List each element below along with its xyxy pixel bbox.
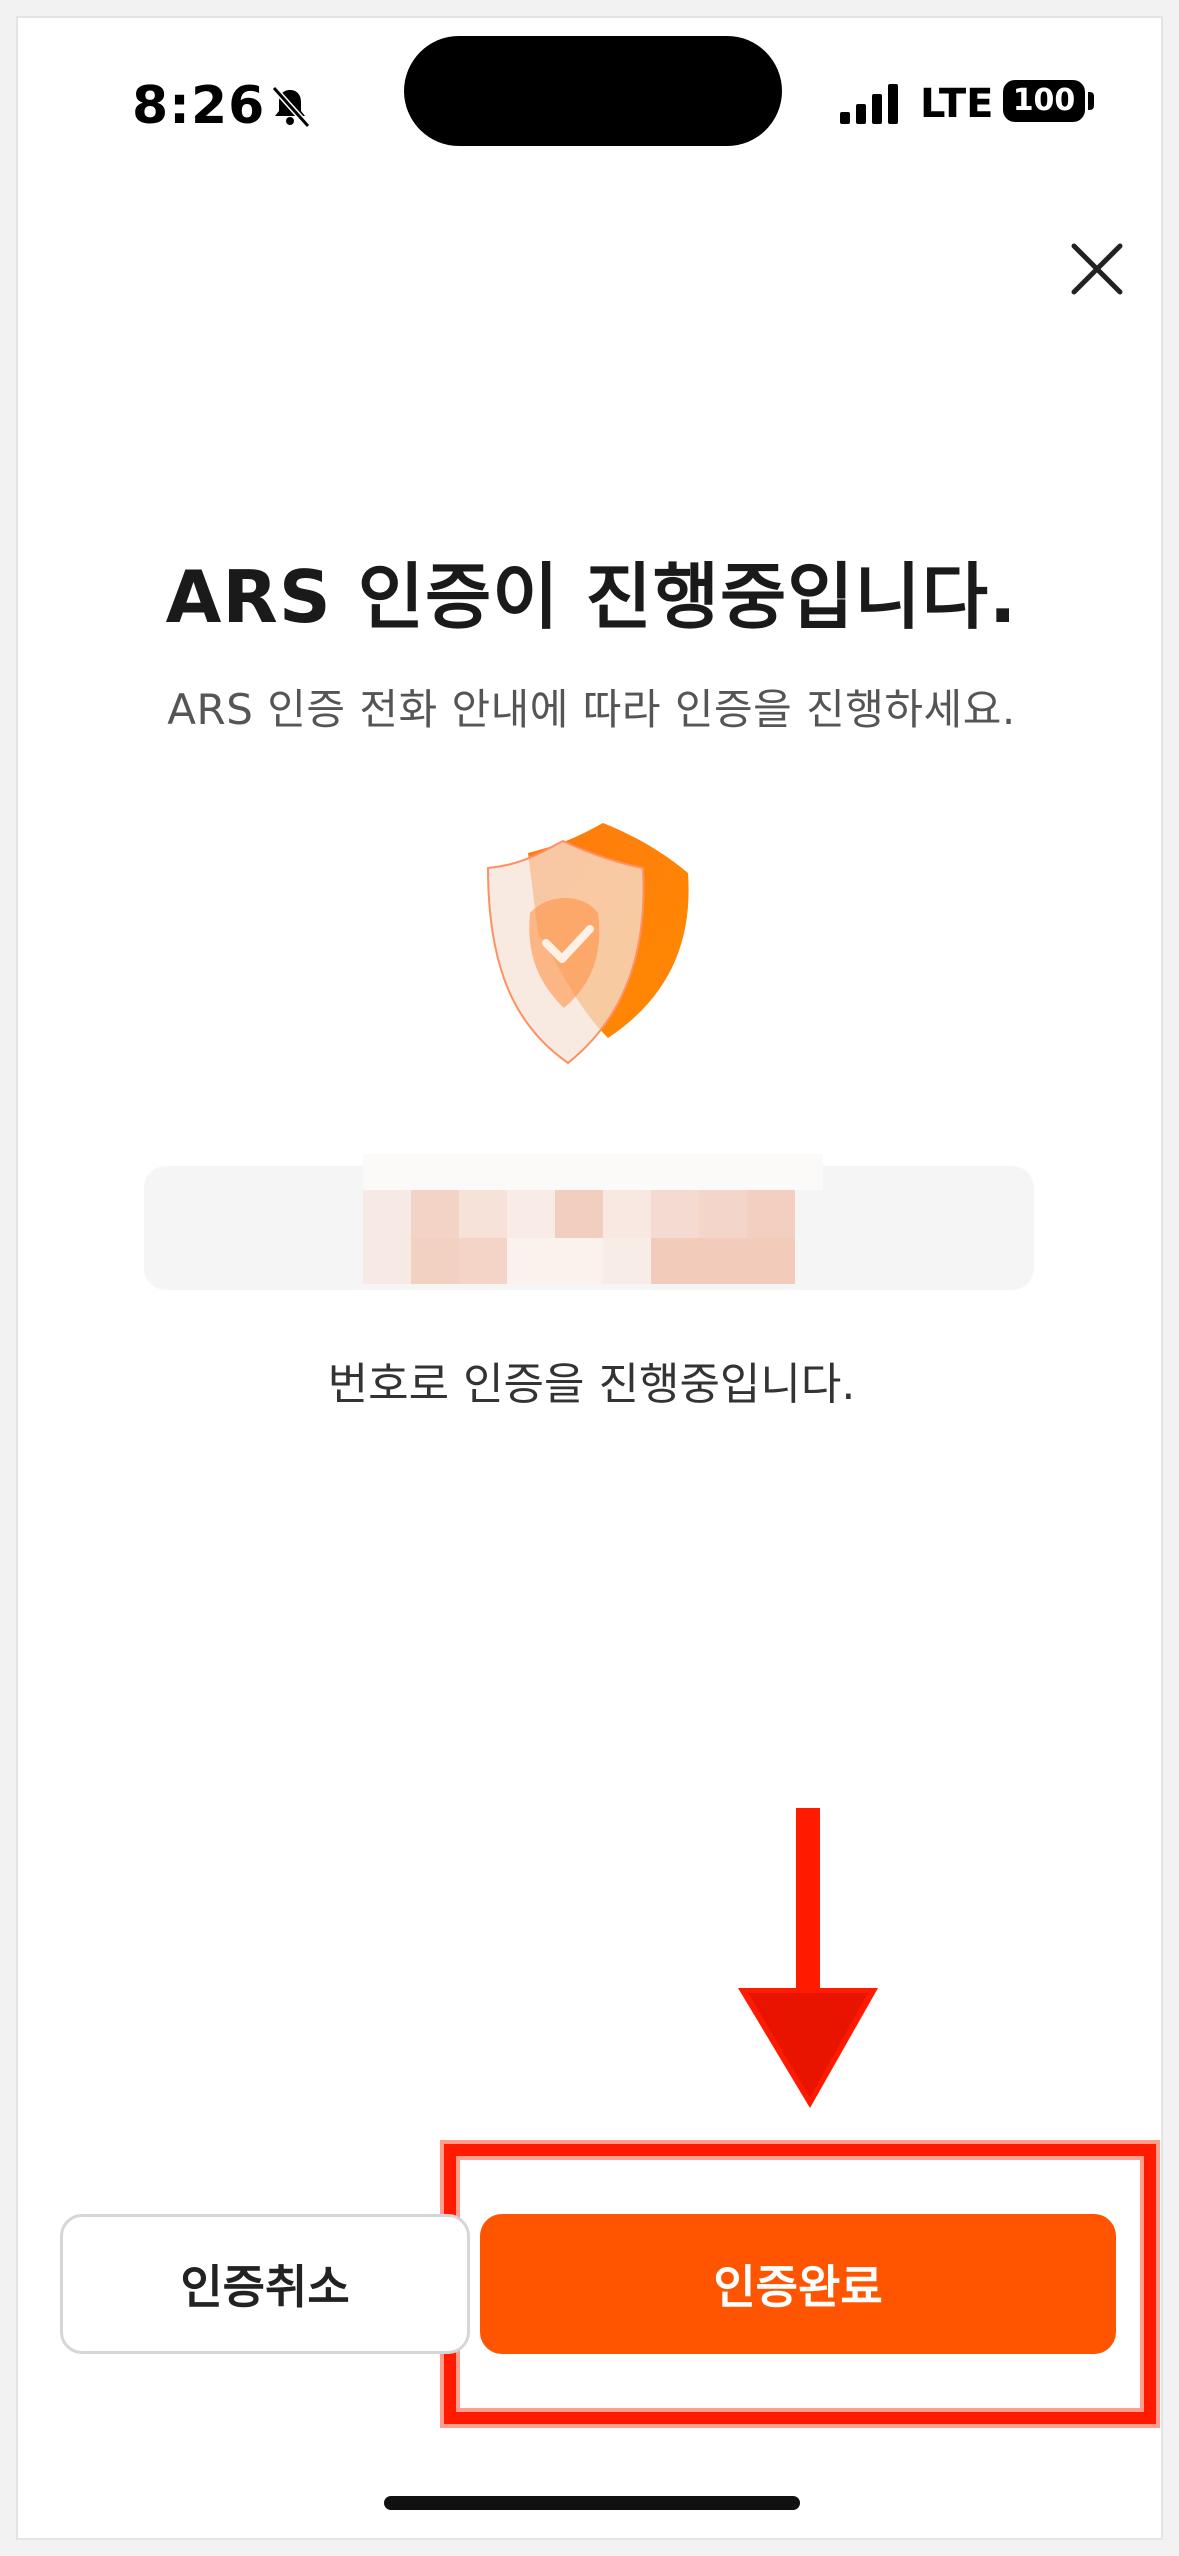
battery-icon: 100 [1003,80,1085,122]
status-time: 8:26 [132,76,266,136]
page-subtitle: ARS 인증 전화 안내에 따라 인증을 진행하세요. [167,685,1016,734]
battery-tip [1088,92,1094,110]
cellular-signal-icon [840,84,898,124]
page-title: ARS 인증이 진행중입니다. [165,555,1018,639]
close-icon[interactable] [1068,240,1126,298]
status-message: 번호로 인증을 진행중입니다. [327,1359,856,1410]
redacted-number [363,1154,823,1284]
annotation-arrow-icon [738,1808,878,2108]
cancel-verification-button[interactable]: 인증취소 [60,2214,470,2354]
network-type: LTE [920,81,994,127]
dynamic-island [404,36,782,146]
complete-verification-button[interactable]: 인증완료 [480,2214,1116,2354]
shield-check-icon [486,823,689,1065]
phone-screen: 8:26 LTE 100 ARS 인증이 진행중입니다. ARS 인증 전화 안… [16,16,1163,2540]
bell-muted-icon [271,85,311,128]
home-indicator[interactable] [384,2496,800,2510]
